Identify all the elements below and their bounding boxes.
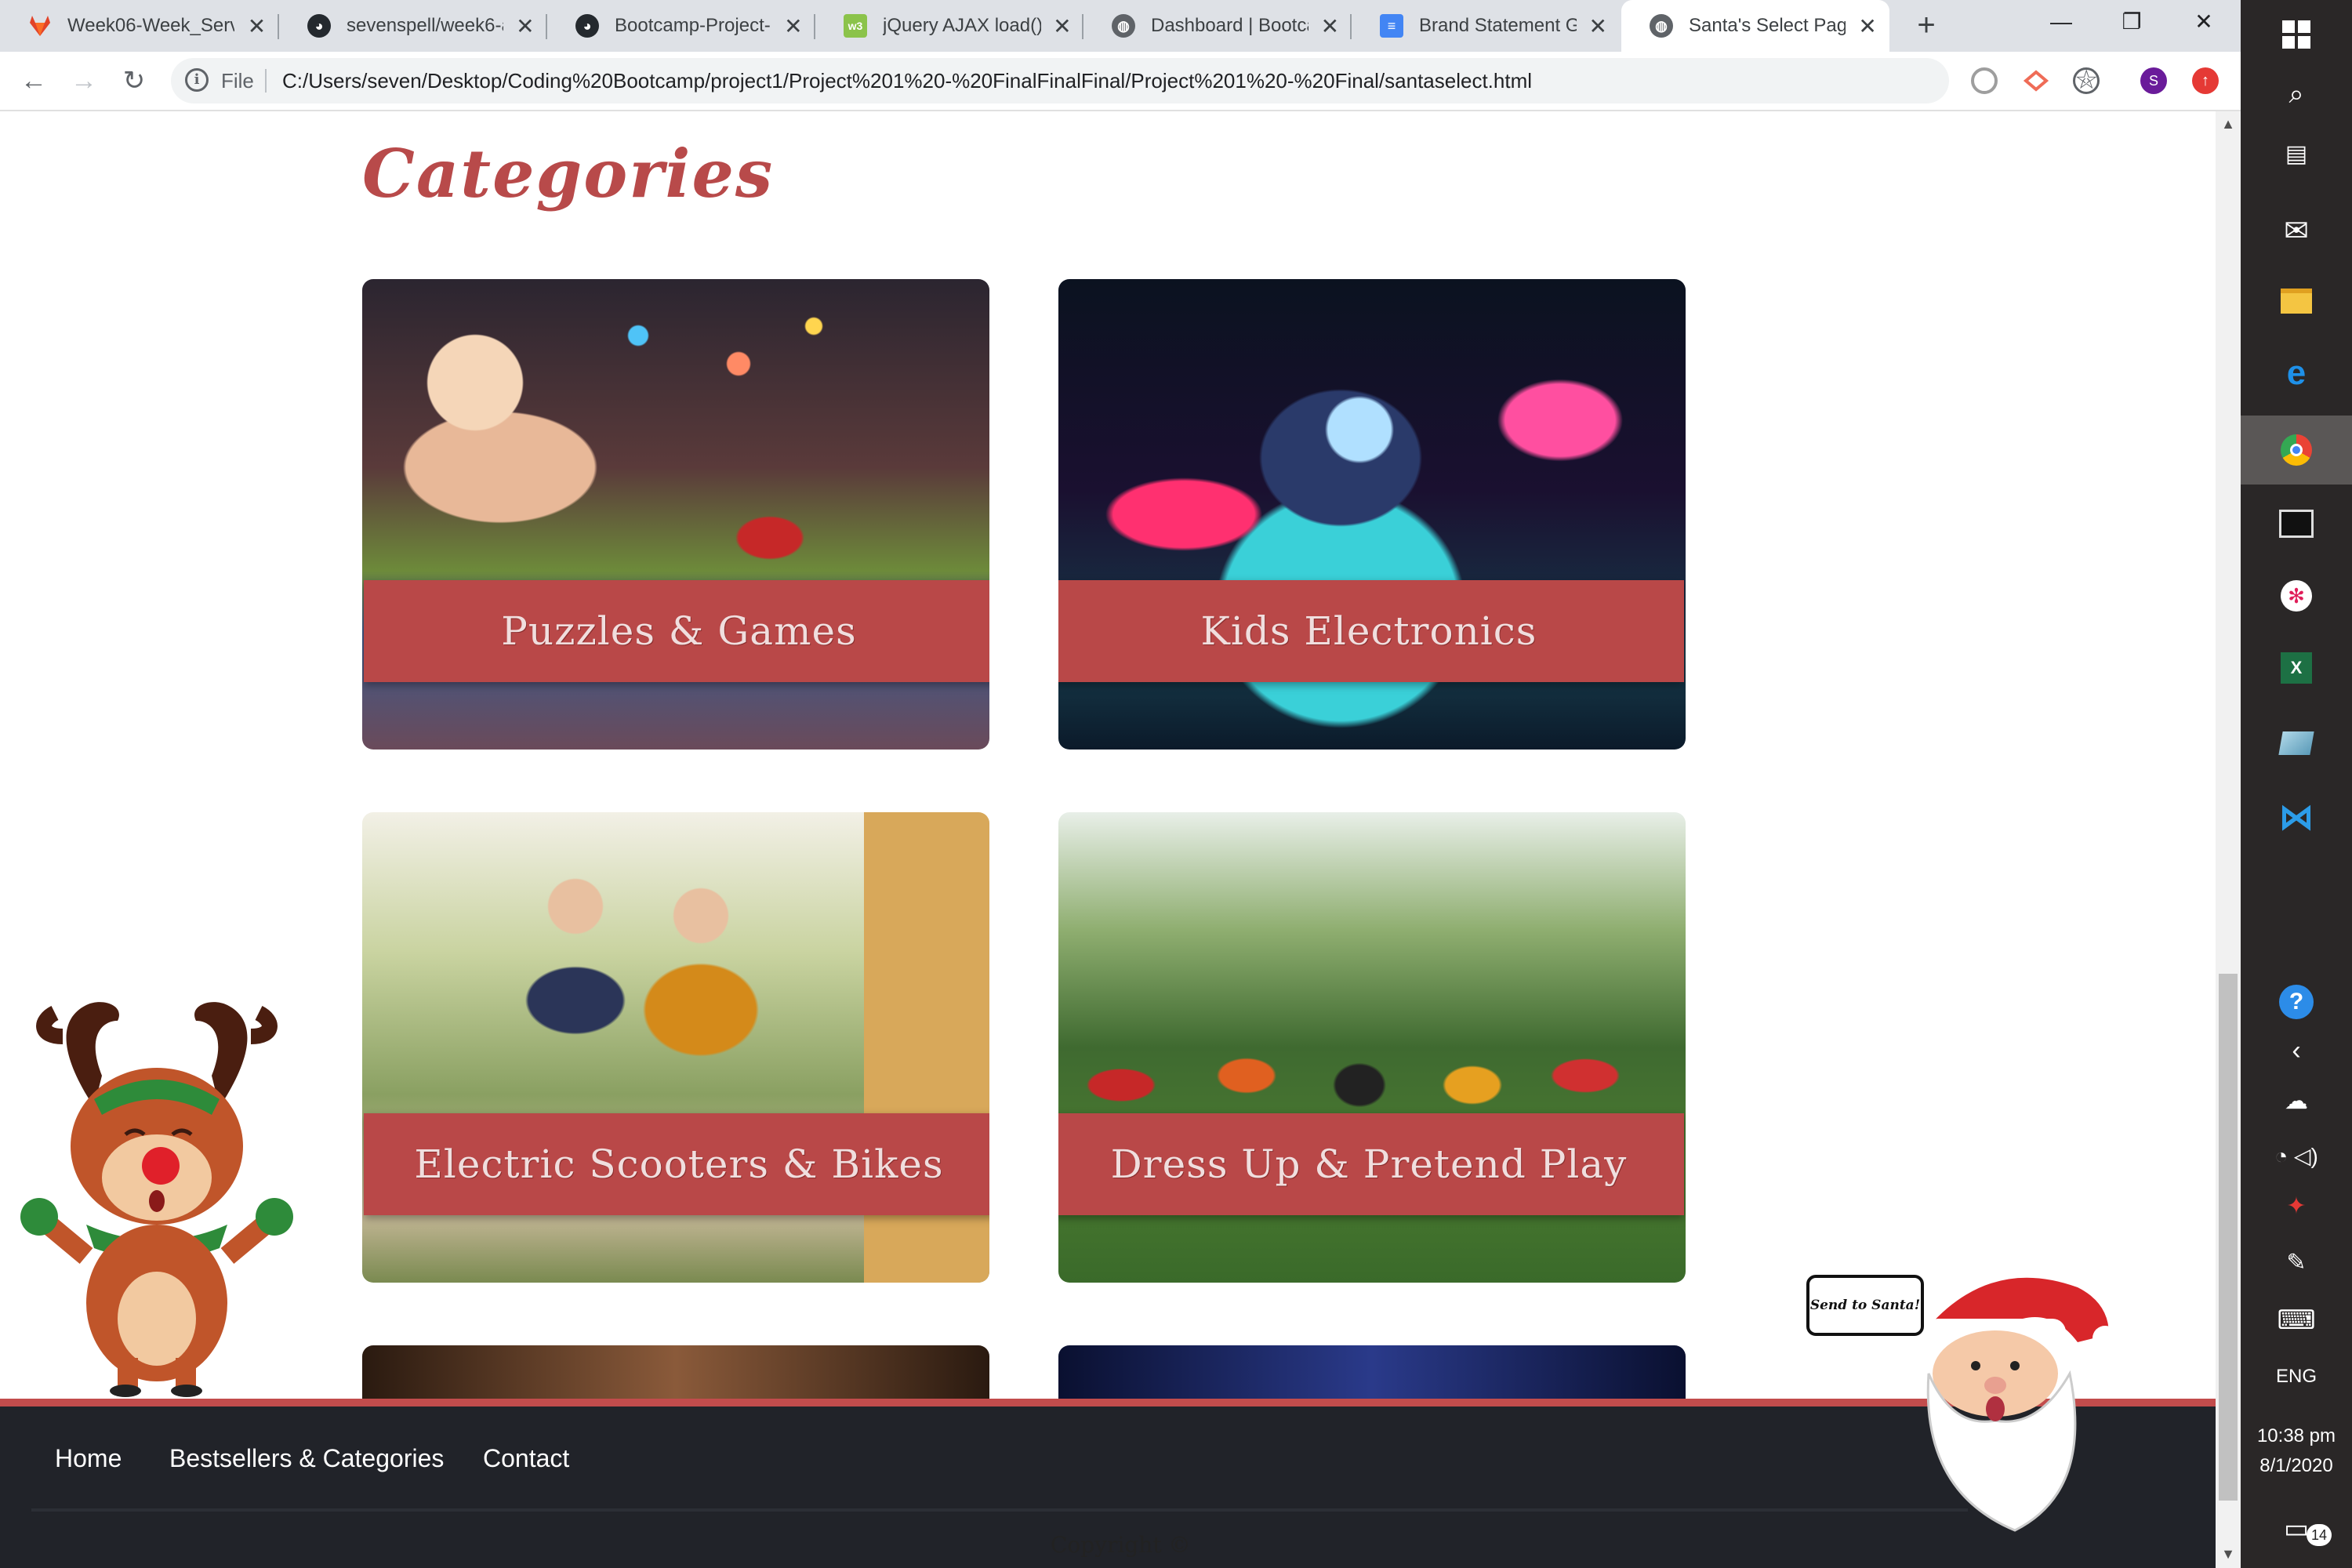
update-icon[interactable]: ↑	[2192, 67, 2219, 94]
tab-label: Brand Statement Gu	[1419, 15, 1577, 36]
footer-link-bestsellers[interactable]: Bestsellers & Categories	[169, 1444, 444, 1473]
footer-link-contact[interactable]: Contact	[483, 1444, 569, 1473]
category-label-bar: Kids Electronics	[1058, 580, 1684, 682]
copyright-text: Copyright ©	[1051, 1532, 1191, 1558]
category-card-puzzles[interactable]: Puzzles & Games	[362, 279, 989, 750]
toolbar: ← → ↻ i File C:/Users/seven/Desktop/Codi…	[0, 52, 2241, 111]
task-view-icon[interactable]: ▤	[2241, 119, 2352, 188]
mail-icon[interactable]: ✉	[2241, 196, 2352, 265]
github-icon: ◕	[575, 14, 599, 38]
reindeer-mascot	[8, 989, 314, 1397]
tab-5[interactable]: ≡ Brand Statement Gu ✕	[1352, 0, 1620, 52]
search-icon[interactable]: ⌕	[2241, 60, 2352, 129]
address-bar[interactable]: i File C:/Users/seven/Desktop/Coding%20B…	[171, 58, 2098, 103]
tab-label: jQuery AJAX load() M	[883, 15, 1041, 36]
screen: Week06-Week_Serv ✕ ◕ sevenspell/week6-a …	[0, 0, 2352, 1568]
windows-taskbar: ⌕ ▤ ✉ 3 e ✻ X ⋈ ? ‹ ☁ ◔ ◁) ✦ ✎ ⌨ ENG 10:…	[2241, 0, 2352, 1568]
reload-button[interactable]: ↻	[116, 63, 152, 99]
slack-icon[interactable]: ✻	[2241, 561, 2352, 630]
windows-logo-icon	[2282, 20, 2310, 49]
globe-icon: ◍	[1650, 14, 1673, 38]
start-button[interactable]	[2241, 0, 2352, 69]
category-label-bar: Dress Up & Pretend Play	[1058, 1113, 1684, 1215]
category-label: Dress Up & Pretend Play	[1110, 1142, 1628, 1187]
close-window-button[interactable]: ✕	[2169, 0, 2239, 47]
close-icon[interactable]: ✕	[1052, 13, 1073, 39]
close-icon[interactable]: ✕	[1319, 13, 1341, 39]
close-icon[interactable]: ✕	[245, 13, 268, 39]
category-label: Electric Scooters & Bikes	[414, 1142, 944, 1187]
page-scrollbar[interactable]: ▲ ▼	[2216, 111, 2241, 1568]
close-icon[interactable]: ✕	[1588, 13, 1610, 39]
tab-label: Santa's Select Page	[1689, 15, 1846, 36]
terminal-icon[interactable]	[2241, 489, 2352, 558]
category-label-bar: Puzzles & Games	[364, 580, 989, 682]
divider	[265, 69, 267, 93]
restore-button[interactable]: ❐	[2096, 0, 2167, 47]
extension-icon[interactable]	[1971, 67, 1998, 94]
w3schools-icon: w3	[844, 14, 867, 38]
category-label: Kids Electronics	[1200, 608, 1537, 654]
gitlab-icon	[28, 14, 52, 38]
profile-avatar[interactable]: S	[2140, 67, 2167, 94]
tab-0[interactable]: Week06-Week_Serv ✕	[0, 0, 279, 52]
category-card-electronics[interactable]: Kids Electronics	[1058, 279, 1686, 750]
edge-icon[interactable]: e	[2241, 339, 2352, 408]
extension-icon[interactable]	[2023, 67, 2049, 94]
close-icon[interactable]: ✕	[514, 13, 536, 39]
tab-1[interactable]: ◕ sevenspell/week6-a ✕	[279, 0, 547, 52]
file-scheme-label: File	[221, 69, 254, 93]
github-icon: ◕	[307, 14, 331, 38]
forward-button[interactable]: →	[66, 63, 102, 99]
app-icon[interactable]	[2241, 709, 2352, 778]
minimize-button[interactable]: —	[2026, 0, 2096, 47]
language-indicator[interactable]: ENG	[2241, 1366, 2352, 1388]
category-label: Puzzles & Games	[501, 608, 857, 654]
action-center-icon[interactable]: ▭	[2241, 1494, 2352, 1563]
tab-label: Bootcamp-Project-1	[615, 15, 771, 36]
clock-date[interactable]: 8/1/2020	[2241, 1455, 2352, 1477]
url-text[interactable]: C:/Users/seven/Desktop/Coding%20Bootcamp…	[282, 69, 1532, 93]
tab-label: sevenspell/week6-a	[347, 15, 503, 36]
docs-icon: ≡	[1380, 14, 1403, 38]
santa-mascot[interactable]	[1897, 1256, 2118, 1538]
page-viewport: Categories Puzzles & Games Kids Electron…	[0, 111, 2216, 1568]
globe-icon: ◍	[1112, 14, 1135, 38]
tab-2[interactable]: ◕ Bootcamp-Project-1 ✕	[547, 0, 815, 52]
scroll-up-arrow-icon[interactable]: ▲	[2216, 116, 2241, 132]
tab-3[interactable]: w3 jQuery AJAX load() M ✕	[815, 0, 1083, 52]
keyboard-icon[interactable]: ⌨	[2241, 1286, 2352, 1355]
category-label-bar: Electric Scooters & Bikes	[364, 1113, 989, 1215]
extension-icon[interactable]: ‹›	[2073, 67, 2100, 94]
vscode-icon[interactable]: ⋈	[2241, 782, 2352, 851]
scrollbar-thumb[interactable]	[2219, 974, 2238, 1501]
category-card-dress-up[interactable]: Dress Up & Pretend Play	[1058, 812, 1686, 1283]
tab-label: Week06-Week_Serv	[67, 15, 234, 36]
file-explorer-icon[interactable]	[2241, 267, 2352, 336]
footer-link-home[interactable]: Home	[55, 1444, 122, 1473]
new-tab-button[interactable]: +	[1908, 8, 1944, 44]
chrome-icon[interactable]	[2241, 416, 2352, 485]
close-icon[interactable]: ✕	[1857, 13, 1878, 39]
category-card-scooters[interactable]: Electric Scooters & Bikes	[362, 812, 989, 1283]
notification-count-badge: 14	[2307, 1524, 2332, 1546]
tab-strip: Week06-Week_Serv ✕ ◕ sevenspell/week6-a …	[0, 0, 2241, 52]
back-button[interactable]: ←	[16, 63, 52, 99]
excel-icon[interactable]: X	[2241, 633, 2352, 702]
page-title: Categories	[362, 135, 775, 212]
clock-time[interactable]: 10:38 pm	[2241, 1425, 2352, 1447]
info-icon[interactable]: i	[185, 68, 209, 92]
footer-divider	[31, 1508, 1968, 1512]
scroll-down-arrow-icon[interactable]: ▼	[2216, 1546, 2241, 1563]
tab-6-active[interactable]: ◍ Santa's Select Page ✕	[1621, 0, 1889, 52]
tab-label: Dashboard | Bootcar	[1151, 15, 1308, 36]
tab-4[interactable]: ◍ Dashboard | Bootcar ✕	[1083, 0, 1352, 52]
close-icon[interactable]: ✕	[782, 13, 804, 39]
